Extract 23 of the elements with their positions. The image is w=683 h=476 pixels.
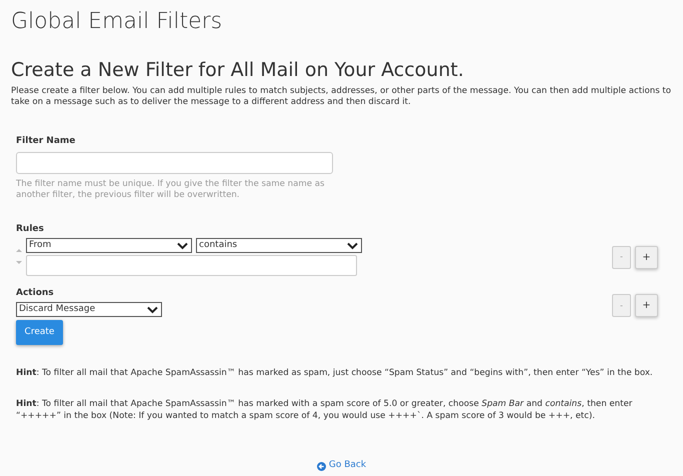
- dropdown[interactable]: Discard Message: [16, 302, 162, 317]
- go-back-link[interactable]: Go Back: [316, 459, 366, 473]
- add-button[interactable]: +: [635, 294, 658, 317]
- chevron-icon: [147, 306, 158, 314]
- rule-value-input[interactable]: [26, 255, 357, 276]
- create-button[interactable]: Create: [16, 320, 63, 346]
- page-title: Global Email Filters: [11, 8, 224, 36]
- intro-text: Please create a filter below. You can add multiple rules to match subjects, addresses, or other parts of the message. You can then add multiple actions to take on a message such as to deliver the message to a different address and then discard it.: [11, 86, 672, 108]
- add-button[interactable]: +: [635, 246, 658, 268]
- field-label: Filter Name: [16, 136, 76, 147]
- field-label: Actions: [16, 288, 55, 299]
- reorder-arrows-icon[interactable]: [16, 247, 22, 267]
- chevron-icon: [177, 242, 188, 250]
- dropdown[interactable]: contains: [196, 238, 362, 253]
- field-label: Rules: [16, 224, 45, 235]
- hint-text: Hint: To filter all mail that Apache SpamAssassin™ has marked as spam, just choose “Spam Status” and “begins with”, then enter “Yes” in the box.: [16, 367, 654, 380]
- chevron-icon: [347, 242, 358, 250]
- back-arrow-icon: [316, 462, 326, 470]
- filter-name-input[interactable]: [16, 152, 333, 174]
- help-text: The filter name must be unique. If you give the filter the same name as another filter, the previous filter will be overwritten.: [16, 179, 326, 201]
- dropdown[interactable]: From: [26, 238, 192, 253]
- hint-text: Hint: To filter all mail that Apache SpamAssassin™ has marked with a spam score of 5.0 or greater, choose Spam Bar and contains, then enter “+++++” in the box (Note: If you wanted to match a spam score of 4, you would use ++++`. A spam score of 3 would be +++, etc).: [16, 398, 634, 422]
- section-heading: Create a New Filter for All Mail on Your Account.: [11, 58, 465, 82]
